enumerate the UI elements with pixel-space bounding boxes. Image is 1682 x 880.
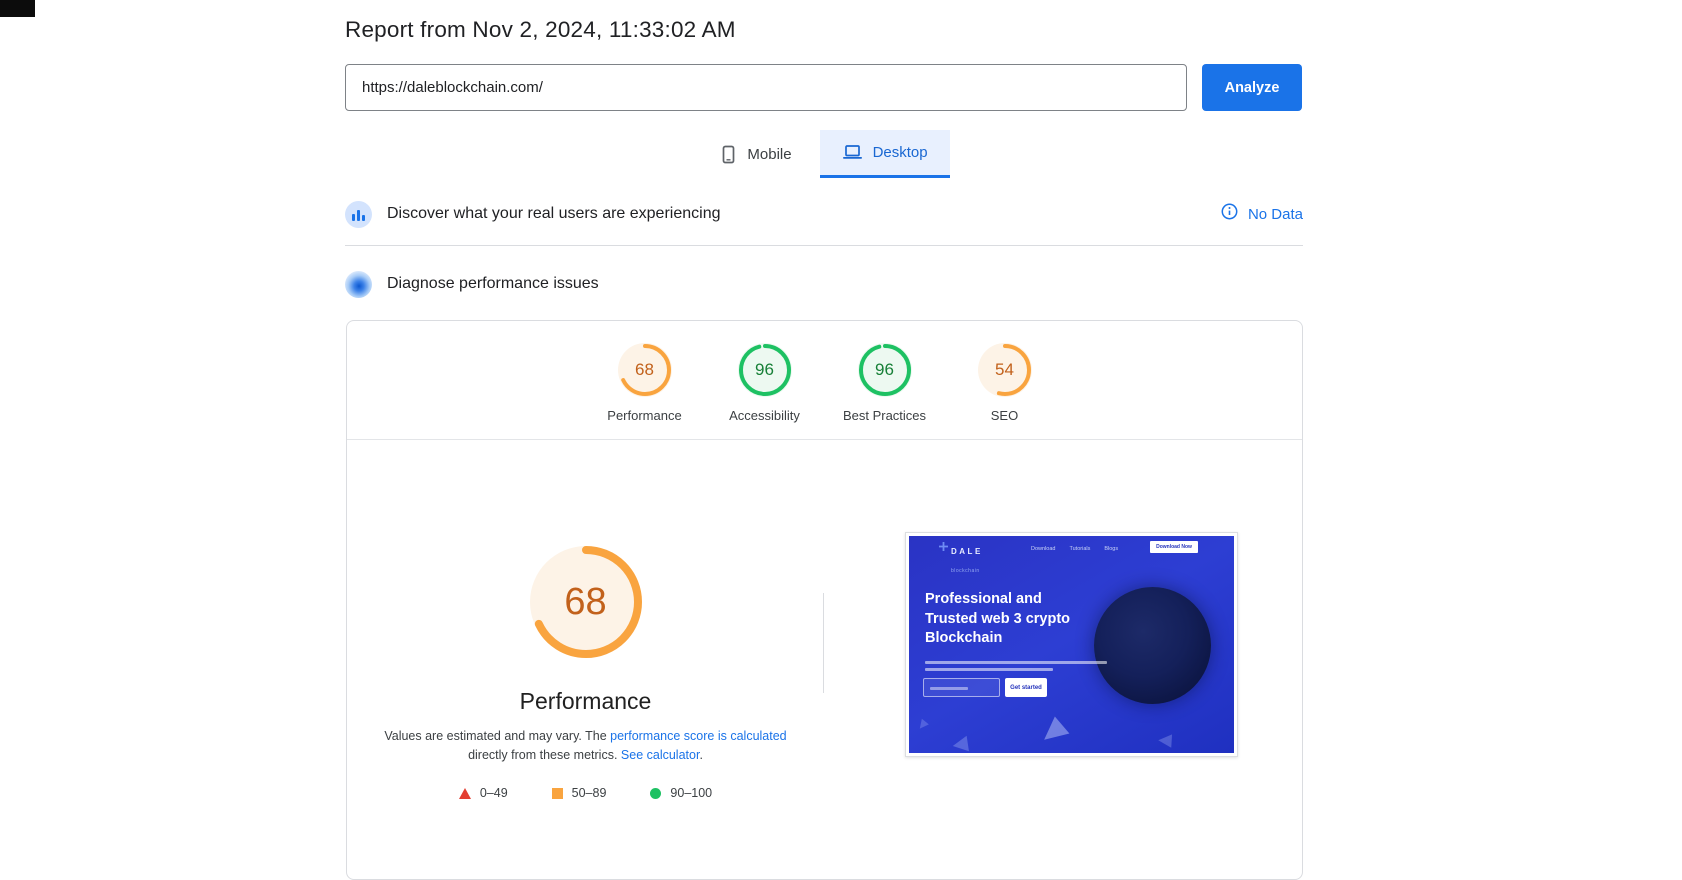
legend-poor: 0–49: [458, 786, 508, 800]
disclaimer-text: Values are estimated and may vary. The: [384, 729, 611, 743]
lab-data-section-header: Diagnose performance issues: [345, 262, 1303, 306]
legend-good-label: 90–100: [670, 786, 713, 800]
tab-desktop-label: Desktop: [872, 144, 928, 161]
site-preview: DALE blockchain Download Tutorials Blogs…: [909, 536, 1234, 753]
performance-panel-title: Performance: [519, 688, 652, 714]
site-screenshot-thumbnail: DALE blockchain Download Tutorials Blogs…: [905, 532, 1238, 757]
score-performance[interactable]: 68 Performance: [585, 343, 705, 423]
disclaimer-text: directly from these metrics.: [468, 748, 621, 762]
decor-triangle: [952, 729, 975, 752]
score-value: 54: [995, 360, 1014, 379]
good-circle-icon: [650, 787, 662, 799]
legend-poor-label: 0–49: [479, 786, 508, 800]
field-data-title: Discover what your real users are experi…: [387, 205, 721, 222]
performance-score-value: 68: [564, 580, 607, 623]
site-logo-subtext: blockchain: [951, 568, 980, 574]
site-logo-icon: [939, 542, 948, 551]
lab-data-gauge-icon: [345, 270, 372, 298]
legend-average: 50–89: [551, 786, 607, 800]
score-label: SEO: [990, 408, 1019, 423]
site-nav: Download Tutorials Blogs: [1031, 546, 1118, 552]
site-logo-text: DALE: [951, 547, 983, 556]
performance-disclaimer: Values are estimated and may vary. The p…: [374, 727, 798, 765]
score-label: Accessibility: [729, 408, 800, 423]
site-logo: DALE blockchain: [939, 541, 983, 577]
score-accessibility[interactable]: 96 Accessibility: [705, 343, 825, 423]
vertical-divider: [823, 593, 824, 693]
tab-desktop[interactable]: Desktop: [819, 130, 950, 178]
info-icon: [1221, 203, 1238, 225]
legend-good: 90–100: [650, 786, 712, 800]
score-best-practices[interactable]: 96 Best Practices: [825, 343, 945, 423]
analyze-button[interactable]: Analyze: [1202, 64, 1302, 111]
disclaimer-link[interactable]: performance score is calculated: [610, 729, 786, 743]
decor-triangle: [915, 714, 929, 729]
lab-data-title: Diagnose performance issues: [387, 275, 599, 292]
score-value: 68: [635, 360, 654, 379]
site-hero-heading: Professional and Trusted web 3 crypto Bl…: [925, 591, 1071, 646]
site-download-button: Download Now: [1150, 541, 1198, 553]
performance-big-gauge: 68: [528, 544, 644, 660]
page-title: Report from Nov 2, 2024, 11:33:02 AM: [345, 17, 736, 42]
score-label: Performance: [607, 408, 682, 423]
field-data-chart-icon: [345, 200, 372, 228]
score-seo[interactable]: 54 SEO: [945, 343, 1065, 423]
performance-detail-panel: 68 Performance Values are estimated and …: [347, 440, 824, 800]
site-get-started-button: Get started: [1005, 678, 1047, 697]
category-scores-row: 68 Performance 96 Accessibility 96 Best …: [347, 343, 1302, 423]
decor-triangle: [1158, 727, 1179, 748]
score-value: 96: [875, 360, 894, 379]
tab-mobile[interactable]: Mobile: [698, 130, 813, 178]
screen-corner-artifact: [0, 0, 35, 17]
score-value: 96: [755, 360, 774, 379]
no-data-link[interactable]: No Data: [1248, 206, 1303, 223]
tab-mobile-label: Mobile: [747, 145, 792, 163]
site-tagline-line: [925, 668, 1053, 671]
disclaimer-link[interactable]: See calculator: [621, 748, 700, 762]
score-range-legend: 0–49 50–89 90–100: [458, 786, 712, 800]
site-nav-item: Blogs: [1104, 546, 1119, 552]
score-label: Best Practices: [842, 408, 927, 423]
site-nav-item: Download: [1031, 546, 1056, 552]
legend-average-label: 50–89: [571, 786, 607, 800]
poor-triangle-icon: [458, 787, 471, 799]
site-email-input: [923, 678, 1000, 697]
site-tagline-line: [925, 661, 1107, 664]
device-tabs: Mobile Desktop: [345, 130, 1303, 178]
url-input[interactable]: [345, 64, 1187, 111]
site-globe-graphic: [1094, 587, 1211, 704]
section-divider: [345, 245, 1303, 246]
decor-triangle: [1038, 711, 1070, 740]
desktop-laptop-icon: [842, 144, 863, 161]
disclaimer-text: .: [699, 748, 703, 762]
site-nav-item: Tutorials: [1069, 546, 1091, 552]
average-square-icon: [551, 787, 563, 799]
field-data-section-header: Discover what your real users are experi…: [345, 192, 1303, 236]
mobile-phone-icon: [720, 145, 737, 164]
no-data-group[interactable]: No Data: [1221, 203, 1303, 225]
